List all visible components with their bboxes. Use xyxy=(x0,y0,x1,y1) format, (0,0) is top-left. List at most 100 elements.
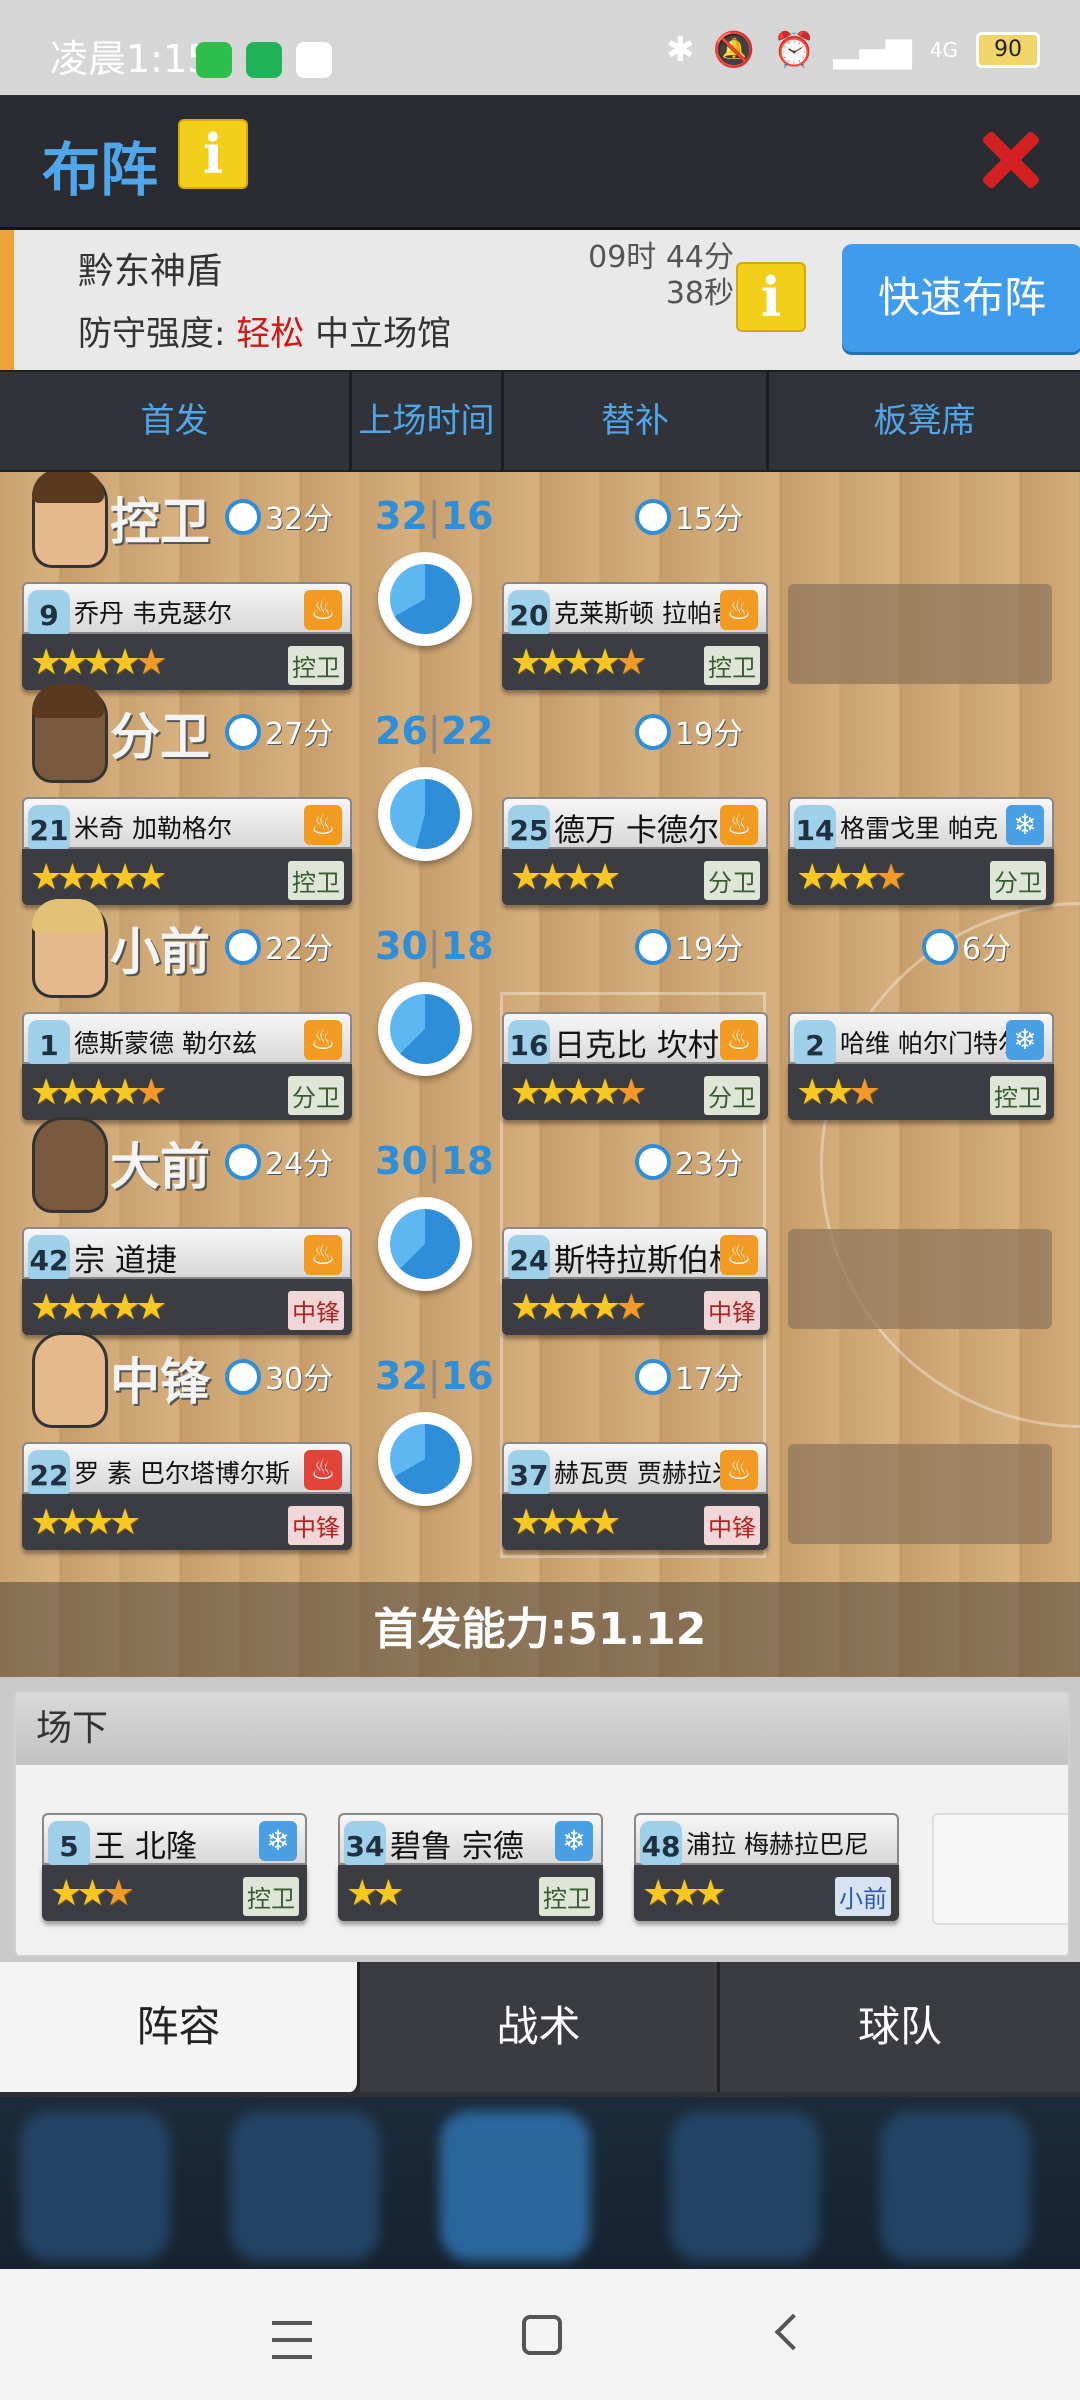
countdown-timer: 09时 44分 38秒 xyxy=(554,240,734,312)
close-icon[interactable] xyxy=(974,125,1044,195)
player-name: 格雷戈里 帕克 xyxy=(840,814,998,843)
player-card[interactable]: 34 碧鲁 宗德 ❄ ★★ 控卫 xyxy=(338,1813,603,1921)
snowflake-icon: ❄ xyxy=(259,1821,297,1861)
jersey-number: 21 xyxy=(28,805,70,849)
star-rating: ★★★★ xyxy=(796,857,907,898)
home-icon[interactable] xyxy=(522,2315,562,2355)
minutes-pie-chart[interactable] xyxy=(378,552,472,646)
jersey-number: 20 xyxy=(508,590,550,634)
snowflake-icon: ❄ xyxy=(1006,1020,1044,1060)
player-card[interactable]: 9 乔丹 韦克瑟尔 ♨ ★★★★★ 控卫 xyxy=(22,582,352,690)
stopwatch-icon xyxy=(635,929,671,965)
empty-slot[interactable] xyxy=(788,584,1052,684)
player-name: 克莱斯顿 拉帕奇 xyxy=(554,599,737,628)
player-card-header: 22 罗 素 巴尔塔博尔斯 ♨ xyxy=(22,1442,352,1494)
info-icon[interactable]: i xyxy=(178,119,248,189)
status-time: 凌晨1:15 xyxy=(50,37,212,81)
sub-minutes: 19分 xyxy=(635,709,743,753)
player-card[interactable]: 14 格雷戈里 帕克 ❄ ★★★★ 分卫 xyxy=(788,797,1054,905)
star-rating: ★★★★★ xyxy=(30,857,167,898)
up-arrow-nav-icon[interactable] xyxy=(880,2111,1030,2261)
lineup-nav-icon[interactable] xyxy=(440,2111,590,2261)
player-name: 德斯蒙德 勒尔兹 xyxy=(74,1029,257,1058)
minutes-pie-chart[interactable] xyxy=(378,1412,472,1506)
battery-icon: 90 xyxy=(976,32,1040,68)
back-icon[interactable] xyxy=(774,2313,812,2351)
star-nav-icon[interactable] xyxy=(20,2111,170,2261)
empty-slot[interactable] xyxy=(788,1229,1052,1329)
position-tag: 分卫 xyxy=(288,1076,344,1115)
opponent-panel: 黔东神盾 防守强度: 轻松 中立场馆 09时 44分 38秒 i 快速布阵 xyxy=(0,230,1080,370)
position-tag: 中锋 xyxy=(704,1291,760,1330)
currency-nav-icon[interactable] xyxy=(230,2111,380,2261)
player-card[interactable]: 5 王 北隆 ❄ ★★★ 控卫 xyxy=(42,1813,307,1921)
starter-minutes: 32分 xyxy=(225,494,333,538)
player-card-header: 21 米奇 加勒格尔 ♨ xyxy=(22,797,352,849)
tab-team[interactable]: 球队 xyxy=(720,1962,1080,2092)
quick-lineup-button[interactable]: 快速布阵 xyxy=(842,244,1080,352)
player-card[interactable]: 16 日克比 坎村 ♨ ★★★★★ 分卫 xyxy=(502,1012,768,1120)
starter-minutes: 30分 xyxy=(225,1354,333,1398)
jersey-number: 5 xyxy=(48,1821,90,1865)
empty-slot[interactable] xyxy=(788,1444,1052,1544)
minutes-pie-chart[interactable] xyxy=(378,982,472,1076)
tab-playing-time[interactable]: 上场时间 xyxy=(352,372,504,470)
opponent-info-icon[interactable]: i xyxy=(736,262,806,332)
empty-bench-slot[interactable] xyxy=(932,1813,1068,1925)
chat-nav-icon[interactable] xyxy=(670,2111,820,2261)
player-name: 罗 素 巴尔塔博尔斯 xyxy=(74,1459,290,1488)
star-rating: ★★★ xyxy=(50,1873,135,1914)
player-card[interactable]: 20 克莱斯顿 拉帕奇 ♨ ★★★★★ 控卫 xyxy=(502,582,768,690)
menu-icon[interactable] xyxy=(272,2321,312,2359)
tab-tactics[interactable]: 战术 xyxy=(360,1962,720,2092)
opponent-name: 黔东神盾 xyxy=(78,251,223,292)
defense-info: 防守强度: 轻松 中立场馆 xyxy=(78,306,451,355)
player-card-footer: ★★★★★ 中锋 xyxy=(22,1279,352,1335)
position-label: 中锋 xyxy=(110,1353,210,1411)
star-rating: ★★★ xyxy=(642,1873,727,1914)
minutes-split: 32|16 xyxy=(375,494,494,538)
player-card-footer: ★★★★ 分卫 xyxy=(502,849,768,905)
sub-minutes: 19分 xyxy=(635,924,743,968)
alarm-icon: ⏰ xyxy=(772,30,816,70)
tab-bench[interactable]: 板凳席 xyxy=(769,372,1080,470)
player-card-header: 5 王 北隆 ❄ xyxy=(42,1813,307,1865)
player-card[interactable]: 2 哈维 帕尔门特尔 ❄ ★★★ 控卫 xyxy=(788,1012,1054,1120)
position-tag: 中锋 xyxy=(288,1506,344,1545)
bench-title: 场下 xyxy=(16,1693,1068,1765)
player-card[interactable]: 25 德万 卡德尔 ♨ ★★★★ 分卫 xyxy=(502,797,768,905)
jersey-number: 14 xyxy=(794,805,836,849)
lineup-tabs: 首发 上场时间 替补 板凳席 xyxy=(0,372,1080,470)
position-tag: 控卫 xyxy=(288,646,344,685)
jersey-number: 2 xyxy=(794,1020,836,1064)
player-card[interactable]: 1 德斯蒙德 勒尔兹 ♨ ★★★★★ 分卫 xyxy=(22,1012,352,1120)
minutes-split: 26|22 xyxy=(375,709,494,753)
tab-roster[interactable]: 阵容 xyxy=(0,1962,360,2092)
minutes-pie-chart[interactable] xyxy=(378,767,472,861)
jersey-number: 9 xyxy=(28,590,70,634)
tab-substitutes[interactable]: 替补 xyxy=(504,372,769,470)
mute-icon: 🔕 xyxy=(712,30,755,70)
star-rating: ★★★★★ xyxy=(30,1072,167,1113)
flame-icon: ♨ xyxy=(720,1020,758,1060)
starter-minutes: 24分 xyxy=(225,1139,333,1183)
player-card[interactable]: 24 斯特拉斯伯格 ♨ ★★★★★ 中锋 xyxy=(502,1227,768,1335)
player-card[interactable]: 42 宗 道捷 ♨ ★★★★★ 中锋 xyxy=(22,1227,352,1335)
court-area: 控卫 32分 32|16 9 乔丹 韦克瑟尔 ♨ ★★★★★ 控卫 15分 20… xyxy=(0,472,1080,1677)
qq-icon xyxy=(296,42,332,78)
status-indicators: ✱ 🔕 ⏰ ▂▄▆ 4G 90 xyxy=(666,30,1040,70)
player-name: 哈维 帕尔门特尔 xyxy=(840,1029,1023,1058)
snowflake-icon: ❄ xyxy=(555,1821,593,1861)
player-card[interactable]: 37 赫瓦贾 贾赫拉米 ♨ ★★★★ 中锋 xyxy=(502,1442,768,1550)
player-card[interactable]: 22 罗 素 巴尔塔博尔斯 ♨ ★★★★ 中锋 xyxy=(22,1442,352,1550)
status-bar: 凌晨1:15 ✱ 🔕 ⏰ ▂▄▆ 4G 90 xyxy=(0,0,1080,95)
minutes-pie-chart[interactable] xyxy=(378,1197,472,1291)
player-avatar xyxy=(32,899,108,998)
position-tag: 控卫 xyxy=(243,1877,299,1916)
tab-starters[interactable]: 首发 xyxy=(0,372,352,470)
player-card-footer: ★★★★ 中锋 xyxy=(502,1494,768,1550)
player-card[interactable]: 21 米奇 加勒格尔 ♨ ★★★★★ 控卫 xyxy=(22,797,352,905)
player-card-footer: ★★★★★ 中锋 xyxy=(502,1279,768,1335)
game-nav-bar xyxy=(0,2097,1080,2269)
player-card[interactable]: 48 浦拉 梅赫拉巴尼 ★★★ 小前 xyxy=(634,1813,899,1921)
